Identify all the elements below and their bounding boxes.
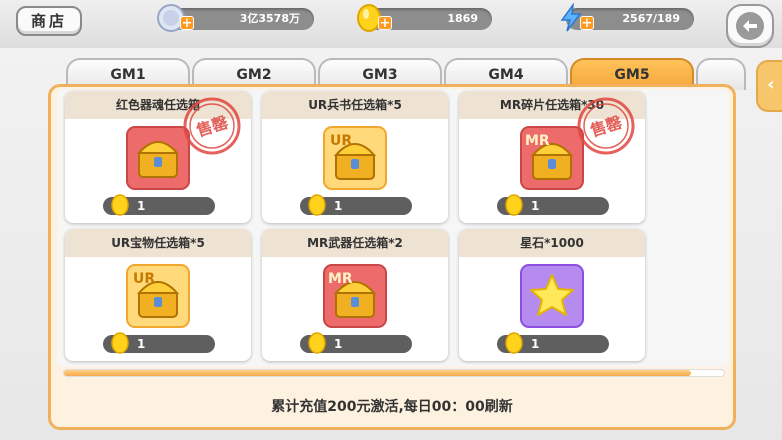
energy-value: 2567/189 [622,12,680,25]
chevron-left-icon: ‹ [767,74,775,95]
scroll-progress-fill [64,370,691,376]
svg-text:UR: UR [330,133,352,149]
svg-text:售罄: 售罄 [194,112,230,140]
ur-chest-icon: UR [323,126,387,190]
add-energy-button[interactable]: + [580,16,594,30]
add-gold-button[interactable]: + [378,16,392,30]
item-name: UR宝物任选箱*5 [65,229,251,257]
item-grid: 红色器魂任选箱 售罄 1 UR兵书任选箱*5 UR 1 MR碎片任选箱*30 M… [57,89,729,367]
gold-coin-icon [308,194,326,216]
back-button[interactable] [726,4,774,48]
svg-text:UR: UR [133,271,155,287]
price-value: 1 [137,199,146,213]
silver-currency-display: + 3亿3578万 [157,4,314,32]
scroll-progress-bar[interactable] [63,369,725,377]
item-name: 星石*1000 [459,229,645,257]
price-tag: 1 [103,194,215,216]
shop-item-card[interactable]: 星石*1000 1 [459,229,645,361]
shop-screen: 商店 + 3亿3578万 + 1869 + 2567/189 GM1 GM2 G… [0,0,782,440]
price-tag: 1 [300,332,412,354]
energy-display: + 2567/189 [560,3,694,32]
shop-item-card[interactable]: MR碎片任选箱*30 MR 售罄 1 [459,91,645,223]
sold-out-stamp: 售罄 [183,97,241,155]
shop-item-card[interactable]: 红色器魂任选箱 售罄 1 [65,91,251,223]
shop-panel: 红色器魂任选箱 售罄 1 UR兵书任选箱*5 UR 1 MR碎片任选箱*30 M… [48,84,736,430]
price-value: 1 [531,199,540,213]
price-value: 1 [334,199,343,213]
shop-item-card[interactable]: UR宝物任选箱*5 UR 1 [65,229,251,361]
back-arrow-icon [736,12,764,40]
gold-coin-icon [505,332,523,354]
mr-chest-icon: MR [323,264,387,328]
gold-coin-icon [111,332,129,354]
price-tag: 1 [103,332,215,354]
add-silver-button[interactable]: + [180,16,194,30]
price-tag: 1 [497,194,609,216]
shop-item-card[interactable]: MR武器任选箱*2 MR 1 [262,229,448,361]
svg-text:MR: MR [525,133,550,149]
price-value: 1 [531,337,540,351]
item-name: MR武器任选箱*2 [262,229,448,257]
gold-coin-icon [505,194,523,216]
price-tag: 1 [300,194,412,216]
svg-text:MR: MR [328,271,353,287]
gold-coin-icon [308,332,326,354]
gold-value: 1869 [447,12,478,25]
side-panel-toggle[interactable]: ‹ [756,60,782,112]
ur-chest-icon: UR [126,264,190,328]
price-value: 1 [334,337,343,351]
shop-title-button[interactable]: 商店 [16,6,82,36]
price-value: 1 [137,337,146,351]
gold-coin-icon [111,194,129,216]
svg-text:售罄: 售罄 [588,112,624,140]
yellow-star-stone-icon [520,264,584,328]
silver-value: 3亿3578万 [239,12,300,25]
top-bar: 商店 + 3亿3578万 + 1869 + 2567/189 [0,0,782,48]
gold-currency-display: + 1869 [357,4,492,32]
item-name: UR兵书任选箱*5 [262,91,448,119]
shop-item-card[interactable]: UR兵书任选箱*5 UR 1 [262,91,448,223]
price-tag: 1 [497,332,609,354]
refresh-info-text: 累计充值200元激活,每日00：00刷新 [271,399,513,415]
sold-out-stamp: 售罄 [577,97,635,155]
